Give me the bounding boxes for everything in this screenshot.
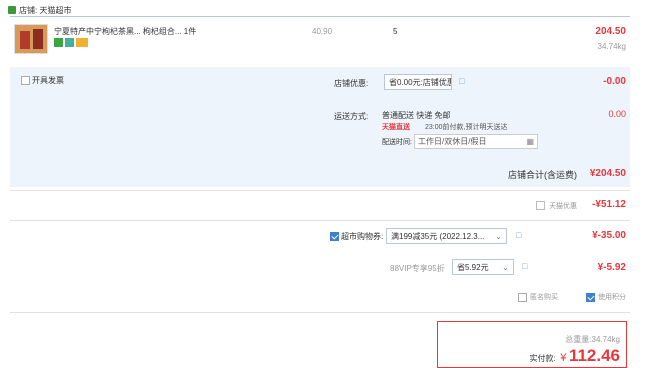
coupon-label: 超市购物券:: [341, 232, 384, 241]
points-checkbox[interactable]: [586, 293, 595, 302]
points-label: 使用积分: [598, 294, 626, 301]
item-subtotal: 204.50: [595, 26, 626, 37]
order-summary-box: 总重量:34.74kg 实付款: ¥ 112.46: [437, 321, 627, 368]
discount-amount: -¥51.12: [592, 199, 626, 210]
store-discount-label: 店铺优惠:: [334, 79, 369, 88]
chat-icon[interactable]: □: [522, 261, 527, 271]
currency-symbol: ¥: [560, 352, 567, 364]
chevron-down-icon: ⌄: [440, 78, 447, 87]
item-weight: 34.74kg: [597, 42, 626, 51]
quantity: 5: [393, 27, 398, 36]
chat-icon[interactable]: □: [516, 230, 521, 240]
chevron-down-icon: ⌄: [502, 263, 509, 272]
store-total-amount: ¥204.50: [589, 168, 626, 179]
coupon-checkbox[interactable]: [330, 232, 339, 241]
divider: [10, 190, 630, 191]
tmall-badge-icon: [54, 38, 63, 47]
shipping-method: 普通配送 快递 免邮: [382, 111, 451, 120]
store-discount-select[interactable]: 省0.00元:店铺优惠 ⌄: [384, 74, 452, 90]
shipping-badge: 天猫直送: [382, 124, 410, 131]
product-badges: [54, 38, 88, 47]
calendar-icon: ▦: [526, 137, 534, 146]
anonymous-label: 匿名购买: [530, 294, 558, 301]
divider: [10, 220, 630, 221]
pay-amount: 实付款: ¥ 112.46: [530, 346, 620, 366]
anonymous-checkbox[interactable]: [518, 293, 527, 302]
member-select[interactable]: 省5.92元 ⌄: [452, 259, 514, 275]
store-icon: [8, 6, 16, 14]
product-thumbnail[interactable]: [14, 24, 48, 54]
unit-price: 40.90: [312, 27, 333, 36]
discount-label: 天猫优惠: [549, 203, 577, 210]
invoice-checkbox[interactable]: [21, 76, 30, 85]
discount-checkbox[interactable]: [536, 201, 545, 210]
warranty-badge-icon: [65, 38, 74, 47]
divider: [10, 312, 630, 313]
delivery-time-label: 配送时间:: [382, 139, 412, 146]
coupon-select[interactable]: 满199减35元 (2022.12.3... ⌄: [386, 228, 507, 244]
shipping-note: 23:00前付款,预计明天送达: [425, 124, 508, 131]
shipping-label: 运送方式:: [334, 112, 369, 121]
store-total-label: 店铺合计(含运费): [508, 170, 577, 180]
store-discount-amount: -0.00: [603, 76, 626, 87]
card-badge-icon: [76, 38, 88, 47]
pay-total: 112.46: [568, 346, 620, 365]
total-weight: 总重量:34.74kg: [565, 335, 620, 344]
store-name[interactable]: 店铺: 天猫超市: [19, 5, 71, 16]
delivery-time-input[interactable]: 工作日/双休日/假日 ▦: [414, 134, 538, 149]
store-header: 店铺: 天猫超市: [8, 4, 71, 16]
pay-label: 实付款:: [529, 354, 556, 363]
shipping-amount: 0.00: [608, 109, 626, 119]
member-amount: ¥-5.92: [597, 262, 626, 273]
divider: [10, 16, 630, 17]
coupon-amount: ¥-35.00: [592, 230, 626, 241]
chat-icon[interactable]: □: [459, 76, 464, 86]
member-label: 88VIP专享95折: [390, 264, 445, 273]
product-title[interactable]: 宁夏特产中宁枸杞茶黑... 枸杞组合... 1件: [54, 26, 254, 37]
invoice-label: 开具发票: [32, 76, 64, 85]
chevron-down-icon: ⌄: [495, 232, 502, 241]
